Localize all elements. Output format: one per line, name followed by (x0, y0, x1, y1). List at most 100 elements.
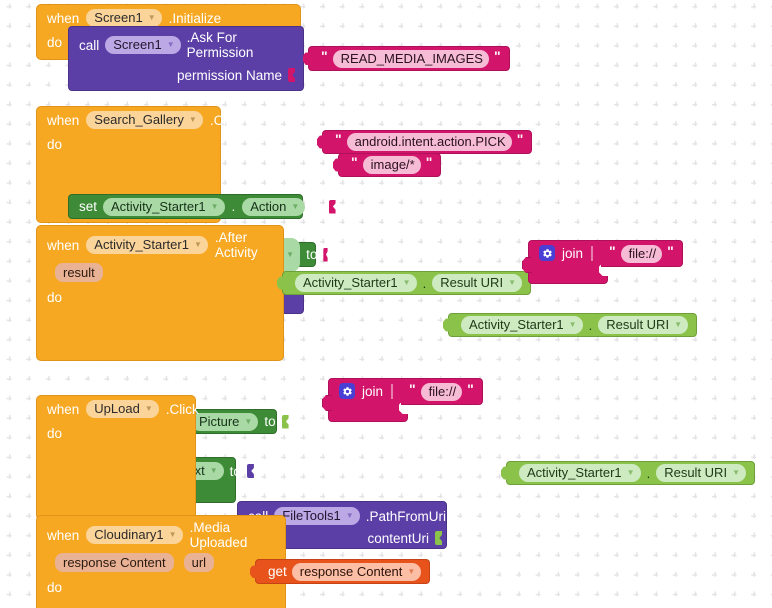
event-name: .Media Uploaded (189, 520, 248, 550)
block-call-screen1-ask-for-permission[interactable]: call Screen1 ▼ .Ask For Permission permi… (68, 26, 304, 91)
join-socket-divider (591, 245, 594, 261)
when-keyword: when (47, 10, 80, 26)
when-keyword: when (47, 112, 80, 128)
when-keyword: when (47, 401, 80, 417)
event-parameters: result (37, 263, 283, 285)
event-body: do (37, 575, 285, 608)
block-text-file-protocol-top[interactable]: " file:// " (601, 240, 683, 267)
property-dropdown-action[interactable]: Action ▼ (242, 197, 306, 216)
component-dropdown-screen1-call[interactable]: Screen1 ▼ (105, 36, 181, 54)
close-quote: " (667, 242, 674, 259)
join-empty-socket-row[interactable] (329, 401, 408, 419)
event-body: do (37, 285, 283, 360)
call-keyword: call (79, 37, 100, 53)
property-dropdown-picture[interactable]: Picture ▼ (190, 412, 259, 431)
event-body: do (37, 421, 195, 519)
component-dropdown-activitystarter-getter-2[interactable]: Activity_Starter1 ▼ (461, 316, 583, 334)
property-dropdown-result-uri-2[interactable]: Result URI ▼ (598, 316, 688, 334)
chevron-down-icon: ▼ (286, 249, 295, 259)
event-param-result[interactable]: result (55, 263, 103, 282)
text-field-file-protocol-top[interactable]: file:// (620, 244, 663, 263)
do-label: do (47, 290, 63, 305)
gear-icon[interactable] (539, 245, 555, 261)
event-name: .Initialize (168, 10, 222, 26)
close-quote: " (425, 154, 433, 170)
block-activitystarter-after-activity[interactable]: when Activity_Starter1 ▼ .After Activity… (36, 225, 284, 361)
to-label: to (306, 247, 318, 262)
value-socket[interactable] (281, 414, 289, 429)
setter-row: set Activity_Starter1 ▼ . Action ▼ to (69, 194, 344, 220)
do-label: do (47, 137, 63, 152)
block-text-image-mime[interactable]: " image/* " (338, 153, 442, 177)
chevron-down-icon: ▼ (188, 115, 197, 124)
component-dropdown-activitystarter-event[interactable]: Activity_Starter1 ▼ (86, 236, 208, 254)
component-dropdown-filetools1[interactable]: FileTools1 ▼ (274, 507, 360, 525)
block-join-floating-bottom[interactable]: join (328, 378, 408, 422)
block-upload-click[interactable]: when UpLoad ▼ .Click do (36, 395, 199, 520)
component-dropdown-activitystarter[interactable]: Activity_Starter1 ▼ (103, 197, 225, 216)
dot-separator: . (588, 317, 593, 333)
chevron-down-icon: ▼ (209, 466, 218, 475)
to-label: to (264, 414, 276, 429)
blocks-workspace-canvas[interactable]: when Screen1 ▼ .Initialize do call Scree… (0, 0, 772, 608)
chevron-down-icon: ▼ (626, 468, 635, 477)
block-get-activitystarter-resulturi-3[interactable]: Activity_Starter1 ▼ . Result URI ▼ (506, 461, 755, 485)
text-field-read-media-images[interactable]: READ_MEDIA_IMAGES (332, 49, 489, 68)
component-dropdown-cloudinary1-event[interactable]: Cloudinary1 ▼ (86, 526, 183, 544)
value-socket[interactable] (328, 199, 336, 214)
component-dropdown-screen1[interactable]: Screen1 ▼ (86, 9, 162, 27)
block-set-activitystarter-action[interactable]: set Activity_Starter1 ▼ . Action ▼ to (68, 194, 336, 219)
block-text-read-media-images[interactable]: " READ_MEDIA_IMAGES " (308, 46, 510, 71)
event-name: .Click (165, 401, 199, 417)
get-keyword: get (268, 564, 287, 579)
chevron-down-icon: ▼ (345, 511, 354, 520)
value-socket[interactable] (288, 68, 295, 82)
close-quote: " (516, 131, 524, 147)
component-dropdown-upload[interactable]: UpLoad ▼ (86, 400, 159, 418)
block-get-activitystarter-resulturi-2[interactable]: Activity_Starter1 ▼ . Result URI ▼ (448, 313, 697, 337)
event-param-url[interactable]: url (183, 553, 215, 572)
text-field-file-protocol-bottom[interactable]: file:// (420, 382, 463, 401)
variable-dropdown-response-content[interactable]: response Content ▼ (291, 562, 422, 581)
method-name: .Ask For Permission (186, 30, 254, 60)
join-header-row: join (329, 379, 407, 403)
value-socket[interactable] (246, 464, 254, 478)
text-field-intent-action[interactable]: android.intent.action.PICK (346, 133, 512, 151)
chevron-down-icon: ▼ (291, 201, 300, 211)
gear-icon[interactable] (339, 383, 355, 399)
event-header: when Cloudinary1 ▼ .Media Uploaded (37, 516, 285, 553)
text-field-image-mime[interactable]: image/* (362, 156, 421, 174)
block-join-floating-top[interactable]: join (528, 240, 608, 284)
dot-separator: . (231, 199, 236, 214)
dot-separator: . (646, 465, 651, 481)
value-socket[interactable] (323, 247, 328, 262)
block-get-response-content[interactable]: get response Content ▼ (255, 559, 431, 584)
component-dropdown-activitystarter-getter[interactable]: Activity_Starter1 ▼ (295, 274, 417, 292)
join-socket-divider (391, 383, 394, 399)
block-get-activitystarter-resulturi-1[interactable]: Activity_Starter1 ▼ . Result URI ▼ (282, 271, 531, 295)
argument-label-contenturi: contentUri (367, 530, 429, 546)
when-keyword: when (47, 237, 80, 253)
property-dropdown-result-uri[interactable]: Result URI ▼ (432, 274, 522, 292)
close-quote: " (467, 380, 474, 397)
join-label: join (362, 383, 384, 399)
block-text-android-intent-action-pick[interactable]: " android.intent.action.PICK " (322, 130, 533, 154)
chevron-down-icon: ▼ (144, 404, 153, 413)
chevron-down-icon: ▼ (166, 40, 175, 49)
property-dropdown-result-uri-3[interactable]: Result URI ▼ (656, 464, 746, 482)
event-header: when UpLoad ▼ .Click (37, 396, 199, 421)
value-socket[interactable] (435, 531, 442, 545)
block-text-file-protocol-bottom[interactable]: " file:// " (401, 378, 483, 405)
event-param-response-content[interactable]: response Content (55, 553, 174, 572)
open-quote: " (321, 47, 328, 64)
argument-row: permission Name (69, 63, 303, 90)
component-dropdown-activitystarter-getter-3[interactable]: Activity_Starter1 ▼ (519, 464, 641, 482)
join-empty-socket-row[interactable] (529, 263, 608, 281)
chevron-down-icon: ▼ (147, 13, 156, 22)
method-name: .PathFromUri (365, 508, 446, 524)
open-quote: " (609, 242, 616, 259)
do-label: do (47, 580, 63, 595)
component-dropdown-search-gallery[interactable]: Search_Gallery ▼ (86, 111, 203, 129)
chevron-down-icon: ▼ (568, 320, 577, 329)
block-cloudinary-media-uploaded[interactable]: when Cloudinary1 ▼ .Media Uploaded respo… (36, 515, 286, 608)
